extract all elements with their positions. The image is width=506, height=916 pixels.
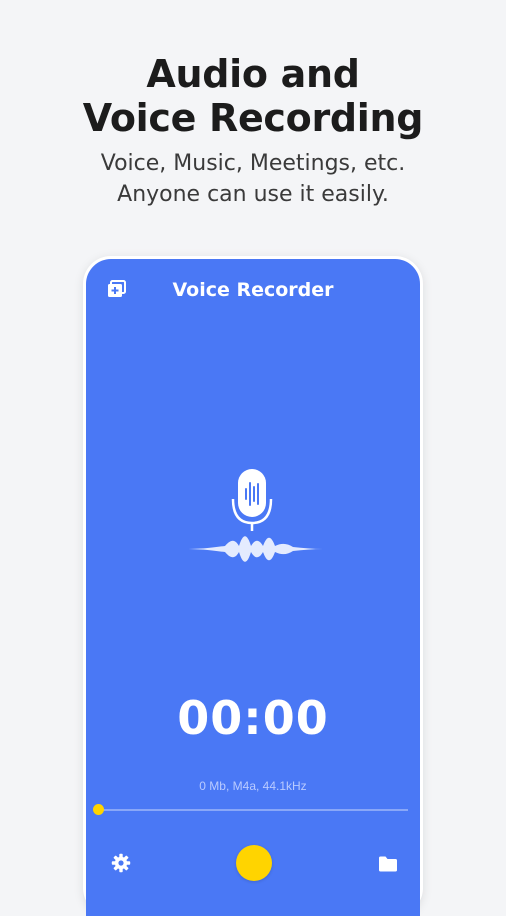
record-button[interactable] <box>236 845 272 881</box>
folder-icon[interactable] <box>378 855 398 873</box>
settings-icon[interactable] <box>111 853 131 873</box>
subheadline-line-2: Anyone can use it easily. <box>117 182 389 207</box>
timer-display: 00:00 <box>177 691 329 745</box>
file-info: 0 Mb, M4a, 44.1kHz <box>199 779 307 793</box>
progress-bar[interactable] <box>93 804 408 815</box>
headline: Audio and Voice Recording <box>0 52 506 140</box>
waveform-icon <box>185 536 323 562</box>
subheadline: Voice, Music, Meetings, etc. Anyone can … <box>0 148 506 210</box>
phone-frame: Voice Recorder 00:00 0 Mb, M4a, 44.1kHz <box>83 256 423 916</box>
headline-line-1: Audio and <box>146 52 360 96</box>
subheadline-line-1: Voice, Music, Meetings, etc. <box>100 151 406 176</box>
progress-knob[interactable] <box>93 804 104 815</box>
app-screen: Voice Recorder 00:00 0 Mb, M4a, 44.1kHz <box>86 259 420 916</box>
microphone-icon <box>185 469 323 562</box>
app-top-bar: Voice Recorder <box>86 259 420 323</box>
headline-line-2: Voice Recording <box>82 96 424 140</box>
app-title: Voice Recorder <box>172 279 334 301</box>
